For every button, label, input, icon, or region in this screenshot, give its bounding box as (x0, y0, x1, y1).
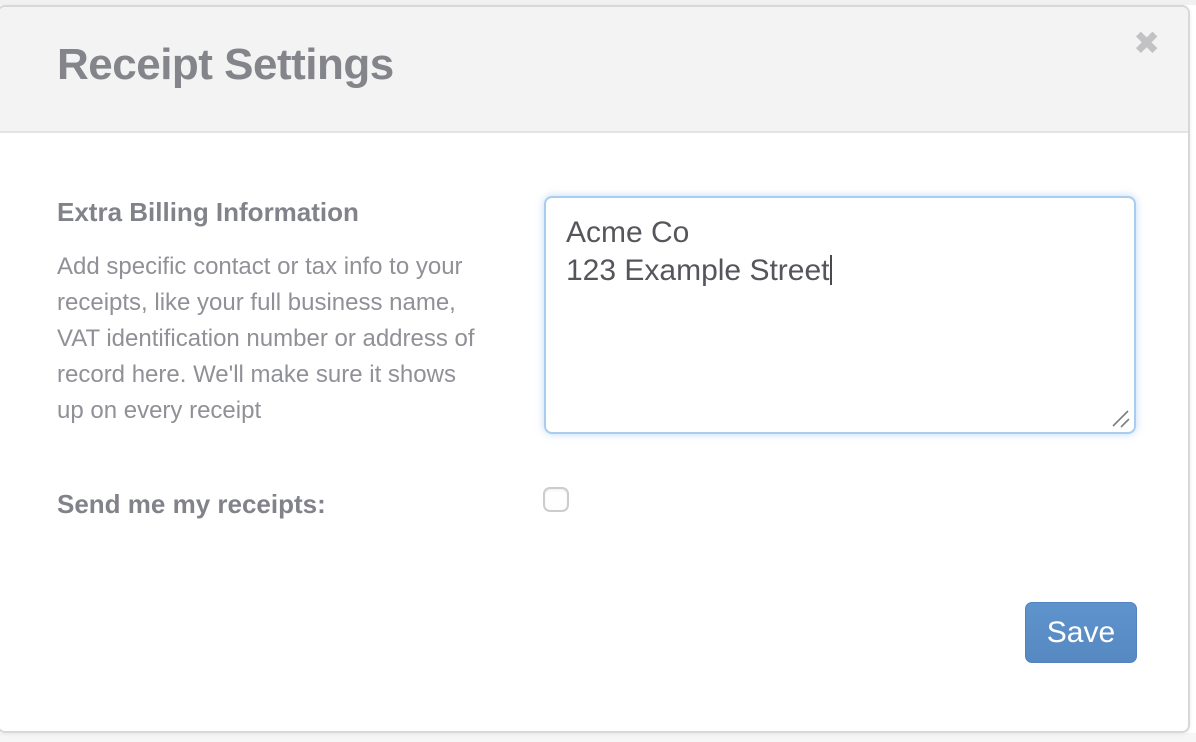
extra-billing-heading: Extra Billing Information (57, 197, 359, 228)
textarea-line-2: 123 Example Street (566, 254, 829, 287)
modal-body: Extra Billing Information Add specific c… (0, 133, 1188, 731)
resize-handle-icon[interactable] (1109, 407, 1131, 429)
save-button[interactable]: Save (1025, 602, 1137, 663)
send-receipts-label: Send me my receipts: (57, 489, 326, 520)
page-background: Receipt Settings ✖ Extra Billing Informa… (0, 0, 1196, 742)
send-receipts-checkbox[interactable] (543, 487, 569, 512)
close-icon[interactable]: ✖ (1133, 27, 1160, 59)
receipt-settings-modal: Receipt Settings ✖ Extra Billing Informa… (0, 5, 1190, 733)
extra-billing-textarea[interactable]: Acme Co 123 Example Street (544, 196, 1136, 434)
page-bottom-strip (0, 733, 1196, 742)
textarea-line-1: Acme Co (566, 216, 689, 249)
extra-billing-description: Add specific contact or tax info to your… (57, 249, 489, 429)
text-cursor (830, 255, 832, 285)
modal-header: Receipt Settings ✖ (0, 7, 1188, 133)
modal-title: Receipt Settings (57, 40, 394, 90)
